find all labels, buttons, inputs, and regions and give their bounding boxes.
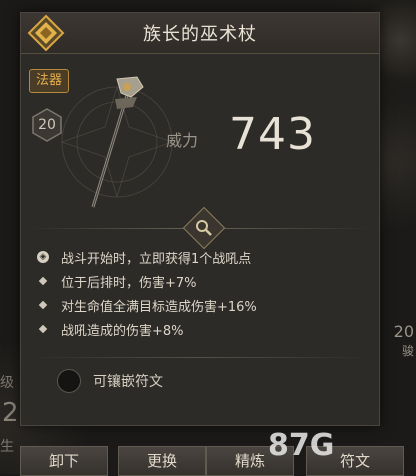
diamond-bullet-icon [38, 324, 48, 334]
diamond-bullet-icon [38, 300, 48, 310]
rune-icon: ◈ [37, 251, 49, 263]
effect-item: 战吼造成的伤害+8% [35, 317, 365, 341]
item-title: 族长的巫术杖 [143, 24, 257, 45]
bg-label-left-bottom: 生 [0, 439, 14, 455]
effect-text: 对生命值全满目标造成伤害+16% [61, 299, 257, 315]
bg-right-number: 20 [393, 322, 414, 341]
replace-button[interactable]: 更换 [118, 446, 206, 476]
item-emblem-icon [27, 14, 65, 52]
power-value: 743 [229, 109, 316, 160]
effect-text: 战斗开始时，立即获得1个战吼点 [61, 251, 252, 267]
bg-label-left-top: 级 [0, 375, 14, 391]
item-tooltip-panel: 族长的巫术杖 法器 20 威力 743 ◈ 战斗开始时，立即获得1个战吼点 位于… [20, 12, 380, 426]
socket-label: 可镶嵌符文 [93, 374, 163, 390]
unequip-button[interactable]: 卸下 [20, 446, 108, 476]
rune-socket-row[interactable]: 可镶嵌符文 [57, 369, 163, 393]
effect-text: 位于后排时，伤害+7% [61, 275, 197, 291]
magnifier-icon [196, 220, 212, 236]
effect-item: 位于后排时，伤害+7% [35, 269, 365, 293]
rune-socket-icon[interactable] [57, 369, 81, 393]
power-label: 威力 [166, 131, 199, 150]
effects-list: ◈ 战斗开始时，立即获得1个战吼点 位于后排时，伤害+7% 对生命值全满目标造成… [35, 245, 365, 341]
effect-item: 对生命值全满目标造成伤害+16% [35, 293, 365, 317]
title-bar: 族长的巫术杖 [21, 13, 379, 54]
diamond-bullet-icon [38, 276, 48, 286]
site-watermark: 87G [268, 428, 335, 463]
effect-item: ◈ 战斗开始时，立即获得1个战吼点 [35, 245, 365, 269]
section-divider [29, 357, 371, 358]
bg-right-label: 骏 [401, 344, 414, 358]
effect-text: 战吼造成的伤害+8% [61, 323, 184, 339]
